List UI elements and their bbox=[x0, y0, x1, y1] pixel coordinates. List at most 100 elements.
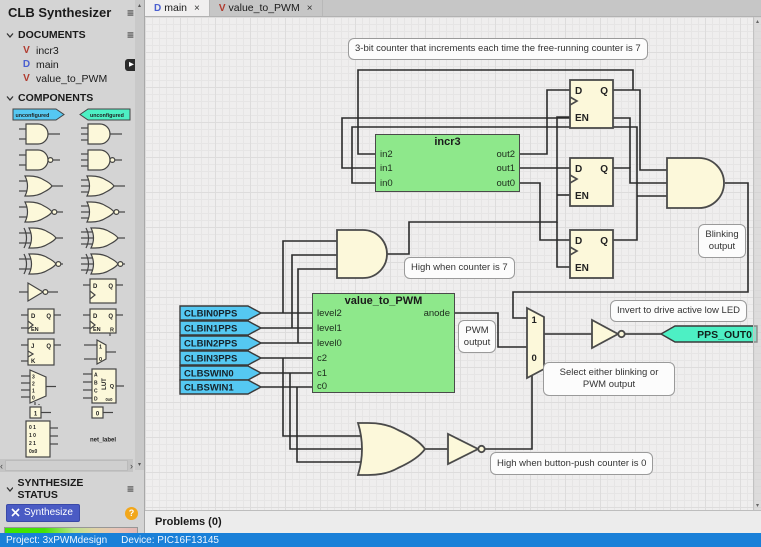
tab-main[interactable]: D main × bbox=[145, 0, 210, 16]
svg-text:1: 1 bbox=[99, 345, 102, 351]
scroll-up-icon[interactable]: ▴ bbox=[756, 18, 759, 25]
scroll-down-icon[interactable]: ▾ bbox=[756, 502, 759, 509]
and-gate-counter7[interactable] bbox=[337, 230, 387, 278]
tab-label: value_to_PWM bbox=[229, 2, 300, 14]
component-dff-en[interactable]: DQEN bbox=[18, 307, 64, 337]
pin-label: level0 bbox=[317, 338, 342, 349]
problems-label: Problems (0) bbox=[155, 516, 222, 528]
block-title: incr3 bbox=[376, 136, 519, 148]
component-input-port[interactable]: unconfigured bbox=[12, 108, 70, 121]
synthesize-section-header[interactable]: SYNTHESIZE STATUS ≡ bbox=[0, 475, 144, 503]
tools-icon bbox=[11, 508, 20, 517]
svg-text:EN: EN bbox=[575, 263, 589, 274]
component-xor3[interactable] bbox=[80, 225, 126, 251]
sidebar-vertical-scrollbar[interactable]: ▴ ▾ bbox=[135, 0, 144, 470]
synthesize-button[interactable]: Synthesize bbox=[6, 504, 80, 522]
inverter-bubble-icon bbox=[618, 331, 624, 337]
chevron-down-icon bbox=[6, 485, 13, 493]
component-nand3[interactable] bbox=[80, 147, 126, 173]
close-icon[interactable]: × bbox=[307, 3, 313, 14]
component-not[interactable] bbox=[18, 279, 64, 305]
component-output-port[interactable]: unconfigured bbox=[74, 108, 132, 121]
component-truth-table[interactable]: 0 11 02 10x0 bbox=[18, 419, 64, 459]
component-jkff[interactable]: JQK bbox=[18, 337, 64, 367]
design-file-icon: D bbox=[154, 3, 161, 14]
component-mux2[interactable]: 10 bbox=[80, 338, 126, 366]
svg-text:D: D bbox=[93, 284, 98, 290]
component-or3[interactable] bbox=[80, 173, 126, 199]
annotation-counter[interactable]: 3-bit counter that increments each time … bbox=[348, 38, 648, 60]
component-and2[interactable] bbox=[18, 121, 64, 147]
inverter-select[interactable] bbox=[448, 434, 478, 464]
svg-text:CLBIN0PPS: CLBIN0PPS bbox=[184, 309, 237, 320]
problems-panel[interactable]: Problems (0) bbox=[145, 510, 761, 533]
close-icon[interactable]: × bbox=[194, 3, 200, 14]
component-const0[interactable]: 0 bbox=[80, 405, 126, 419]
canvas-vertical-scrollbar[interactable]: ▴ ▾ bbox=[753, 17, 761, 510]
svg-text:EN: EN bbox=[575, 191, 589, 202]
synthesize-button-label: Synthesize bbox=[24, 507, 73, 518]
svg-text:0x0: 0x0 bbox=[29, 449, 38, 455]
documents-menu-icon[interactable]: ≡ bbox=[127, 28, 134, 42]
svg-text:EN: EN bbox=[31, 327, 39, 333]
annotation-invert-led[interactable]: Invert to drive active low LED bbox=[610, 300, 747, 322]
component-lut[interactable]: ABCDLUTQ0x0 bbox=[80, 367, 126, 405]
synthesize-menu-icon[interactable]: ≡ bbox=[127, 482, 134, 496]
svg-text:EN: EN bbox=[575, 113, 589, 124]
scroll-down-icon[interactable]: ▾ bbox=[138, 461, 141, 468]
schematic-canvas[interactable]: DQEN DQEN DQEN 1 0 CLBIN0 bbox=[145, 17, 761, 510]
output-port-label: PPS_OUT0 bbox=[697, 329, 752, 341]
component-or2[interactable] bbox=[18, 173, 64, 199]
scroll-up-icon[interactable]: ▴ bbox=[138, 2, 141, 9]
annotation-select-source[interactable]: Select either blinking or PWM output bbox=[543, 362, 675, 396]
tab-value-to-pwm[interactable]: V value_to_PWM × bbox=[210, 0, 323, 16]
chevron-down-icon bbox=[6, 31, 14, 39]
component-xnor2[interactable] bbox=[18, 251, 64, 277]
svg-text:Q: Q bbox=[110, 384, 115, 390]
sidebar-item-incr3[interactable]: V incr3 bbox=[0, 44, 144, 58]
component-const1[interactable]: 1 bbox=[18, 405, 64, 419]
svg-text:Q: Q bbox=[46, 344, 51, 350]
component-mux4[interactable]: 3210 bbox=[18, 367, 64, 405]
annotation-blinking-output[interactable]: Blinking output bbox=[698, 224, 746, 258]
svg-text:Q: Q bbox=[46, 314, 51, 320]
component-dff-en-r[interactable]: DQENR bbox=[80, 307, 126, 337]
svg-text:0: 0 bbox=[99, 357, 102, 363]
block-incr3[interactable]: incr3 in2 in1 in0 out2 out1 out0 bbox=[375, 134, 520, 192]
annotation-high-counter7[interactable]: High when counter is 7 bbox=[404, 257, 515, 279]
svg-text:CLBIN3PPS: CLBIN3PPS bbox=[184, 354, 237, 365]
scroll-left-icon[interactable]: ‹ bbox=[0, 461, 3, 471]
component-dff[interactable]: DQ bbox=[80, 277, 126, 307]
scroll-right-icon[interactable]: › bbox=[130, 461, 133, 471]
inverter-led[interactable] bbox=[592, 320, 618, 348]
block-value-to-pwm[interactable]: value_to_PWM level2 level1 level0 c2 c1 … bbox=[312, 293, 455, 393]
or-gate-button-counter[interactable] bbox=[358, 423, 425, 475]
annotation-pwm-output[interactable]: PWM output bbox=[458, 320, 496, 353]
component-and3[interactable] bbox=[80, 121, 126, 147]
help-button[interactable]: ? bbox=[125, 507, 138, 520]
components-section-header[interactable]: COMPONENTS bbox=[0, 86, 144, 106]
app-menu-icon[interactable]: ≡ bbox=[127, 6, 134, 20]
svg-text:0x0: 0x0 bbox=[106, 397, 114, 402]
component-nor3[interactable] bbox=[80, 199, 126, 225]
synthesize-status-section: SYNTHESIZE STATUS ≡ Synthesize ? bbox=[0, 475, 144, 533]
sidebar-item-value-to-pwm[interactable]: V value_to_PWM bbox=[0, 72, 144, 86]
component-xor2[interactable] bbox=[18, 225, 64, 251]
scrollbar-track[interactable] bbox=[5, 460, 128, 471]
doc-label: main bbox=[36, 59, 59, 71]
pin-label: in0 bbox=[380, 178, 393, 189]
and-gate-blinking[interactable] bbox=[667, 158, 724, 208]
sidebar-item-main[interactable]: D main ▶ bbox=[0, 58, 144, 72]
component-nor2[interactable] bbox=[18, 199, 64, 225]
svg-text:Q: Q bbox=[600, 86, 608, 97]
svg-text:D: D bbox=[94, 397, 98, 403]
sidebar-horizontal-scrollbar[interactable]: ‹ › bbox=[0, 459, 133, 472]
component-nand2[interactable] bbox=[18, 147, 64, 173]
component-xnor3[interactable] bbox=[80, 251, 126, 277]
svg-text:1 0: 1 0 bbox=[29, 433, 36, 439]
pin-label: c0 bbox=[317, 381, 327, 392]
svg-text:0 1: 0 1 bbox=[29, 425, 36, 431]
documents-section-header[interactable]: DOCUMENTS ≡ bbox=[0, 22, 144, 44]
component-net-label[interactable]: net_label bbox=[74, 433, 132, 445]
annotation-high-button0[interactable]: High when button-push counter is 0 bbox=[490, 452, 653, 475]
